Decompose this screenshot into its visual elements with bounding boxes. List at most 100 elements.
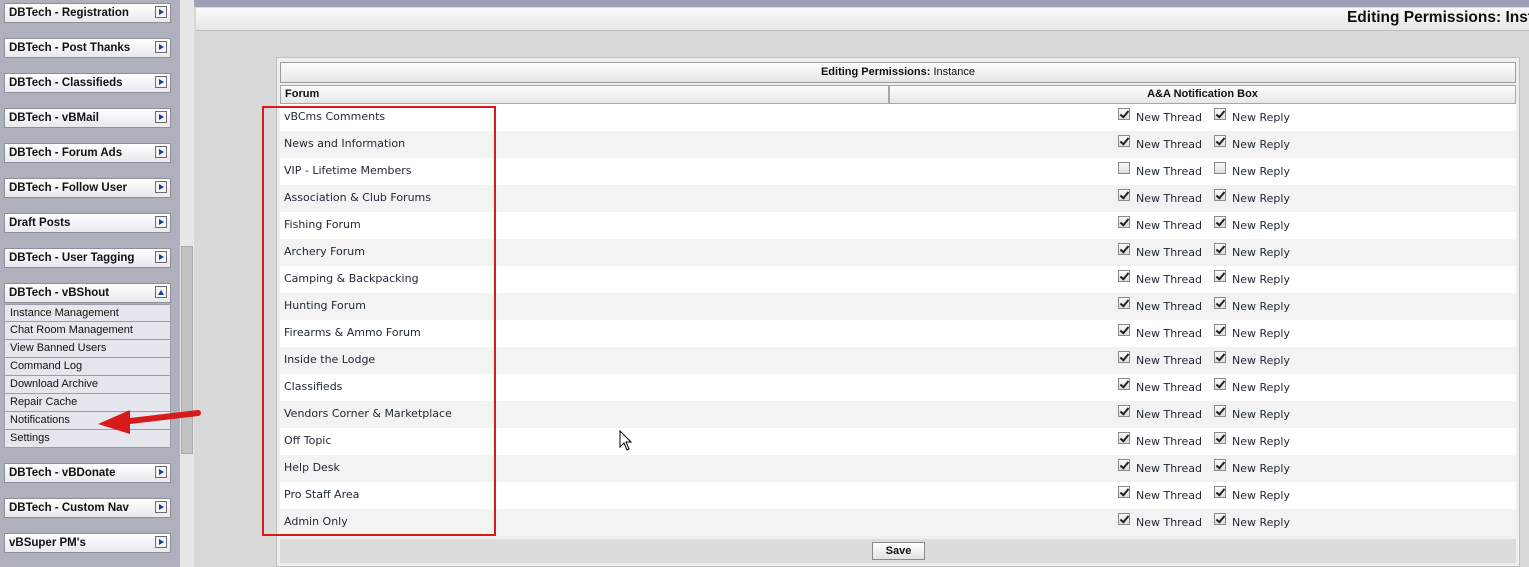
new-reply-checkbox[interactable] (1214, 135, 1226, 147)
new-reply-checkbox[interactable] (1214, 513, 1226, 525)
new-reply-label: New Reply (1232, 408, 1290, 421)
new-reply-checkbox[interactable] (1214, 351, 1226, 363)
table-row: News and Information New Thread New Reply (280, 131, 1516, 158)
sidebar: DBTech - Registration DBTech - Post Than… (0, 0, 180, 567)
expand-arrow-icon[interactable] (155, 6, 167, 18)
sidebar-scrollbar[interactable] (180, 0, 194, 567)
new-thread-label: New Thread (1136, 300, 1202, 313)
new-thread-checkbox[interactable] (1118, 135, 1130, 147)
new-reply-label: New Reply (1232, 354, 1290, 367)
new-thread-checkbox[interactable] (1118, 405, 1130, 417)
forum-name: vBCms Comments (284, 110, 386, 123)
new-thread-checkbox[interactable] (1118, 108, 1130, 120)
nav-group-dbtech-user-tagging[interactable]: DBTech - User Tagging (4, 248, 171, 268)
expand-arrow-icon[interactable] (155, 146, 167, 158)
nav-group-label: DBTech - Post Thanks (9, 42, 131, 54)
table-row: Classifieds New Thread New Reply (280, 374, 1516, 401)
new-thread-checkbox[interactable] (1118, 162, 1130, 174)
table-row: Camping & Backpacking New Thread New Reply (280, 266, 1516, 293)
new-thread-checkbox[interactable] (1118, 243, 1130, 255)
new-reply-label: New Reply (1232, 138, 1290, 151)
new-thread-checkbox[interactable] (1118, 189, 1130, 201)
nav-group-dbtech-vbmail[interactable]: DBTech - vBMail (4, 108, 171, 128)
expand-arrow-icon[interactable] (155, 76, 167, 88)
new-thread-checkbox[interactable] (1118, 432, 1130, 444)
nav-group-dbtech-vbdonate[interactable]: DBTech - vBDonate (4, 463, 171, 483)
nav-group-dbtech-follow-user[interactable]: DBTech - Follow User (4, 178, 171, 198)
nav-item-command-log[interactable]: Command Log (4, 358, 171, 376)
table-header: Forum A&A Notification Box (280, 85, 1516, 104)
nav-group-dbtech-custom-nav[interactable]: DBTech - Custom Nav (4, 498, 171, 518)
page-header: Editing Permissions: Inst (196, 8, 1529, 31)
top-strip (194, 0, 1529, 7)
nav-group-label: DBTech - Follow User (9, 182, 127, 194)
new-reply-checkbox[interactable] (1214, 486, 1226, 498)
new-thread-label: New Thread (1136, 327, 1202, 340)
expand-arrow-icon[interactable] (155, 536, 167, 548)
expand-arrow-icon[interactable] (155, 251, 167, 263)
nav-group-vbsuper-pms[interactable]: vBSuper PM's (4, 533, 171, 553)
new-reply-checkbox[interactable] (1214, 405, 1226, 417)
new-reply-checkbox[interactable] (1214, 270, 1226, 282)
nav-group-dbtech-registration[interactable]: DBTech - Registration (4, 3, 171, 23)
new-reply-checkbox[interactable] (1214, 459, 1226, 471)
new-thread-label: New Thread (1136, 219, 1202, 232)
nav-group-dbtech-forum-ads[interactable]: DBTech - Forum Ads (4, 143, 171, 163)
new-reply-checkbox[interactable] (1214, 378, 1226, 390)
nav-item-repair-cache[interactable]: Repair Cache (4, 394, 171, 412)
nav-group-label: Draft Posts (9, 217, 71, 229)
expand-arrow-icon[interactable] (155, 111, 167, 123)
new-reply-label: New Reply (1232, 165, 1290, 178)
nav-item-view-banned-users[interactable]: View Banned Users (4, 340, 171, 358)
expand-arrow-icon[interactable] (155, 501, 167, 513)
new-thread-checkbox[interactable] (1118, 513, 1130, 525)
scrollbar-thumb[interactable] (181, 246, 193, 454)
table-row: Pro Staff Area New Thread New Reply (280, 482, 1516, 509)
new-thread-checkbox[interactable] (1118, 351, 1130, 363)
collapse-arrow-icon[interactable] (155, 286, 167, 298)
new-thread-checkbox[interactable] (1118, 459, 1130, 471)
nav-item-chat-room-management[interactable]: Chat Room Management (4, 322, 171, 340)
expand-arrow-icon[interactable] (155, 216, 167, 228)
new-thread-label: New Thread (1136, 381, 1202, 394)
new-reply-checkbox[interactable] (1214, 297, 1226, 309)
new-reply-checkbox[interactable] (1214, 189, 1226, 201)
new-thread-label: New Thread (1136, 165, 1202, 178)
new-thread-checkbox[interactable] (1118, 378, 1130, 390)
nav-item-settings[interactable]: Settings (4, 430, 171, 448)
nav-group-label: DBTech - vBMail (9, 112, 99, 124)
new-reply-checkbox[interactable] (1214, 432, 1226, 444)
nav-group-label: DBTech - Classifieds (9, 77, 123, 89)
save-button[interactable]: Save (872, 542, 925, 560)
new-reply-checkbox[interactable] (1214, 243, 1226, 255)
new-reply-checkbox[interactable] (1214, 324, 1226, 336)
expand-arrow-icon[interactable] (155, 466, 167, 478)
table-title-rest: Instance (930, 66, 976, 78)
nav-group-dbtech-post-thanks[interactable]: DBTech - Post Thanks (4, 38, 171, 58)
nav-group-label: DBTech - vBShout (9, 287, 110, 299)
new-reply-checkbox[interactable] (1214, 216, 1226, 228)
new-thread-checkbox[interactable] (1118, 297, 1130, 309)
new-thread-checkbox[interactable] (1118, 216, 1130, 228)
forum-name: News and Information (284, 137, 406, 150)
new-reply-checkbox[interactable] (1214, 108, 1226, 120)
permissions-table: Editing Permissions: Instance Forum A&A … (276, 57, 1520, 567)
nav-item-download-archive[interactable]: Download Archive (4, 376, 171, 394)
new-thread-label: New Thread (1136, 435, 1202, 448)
new-reply-checkbox[interactable] (1214, 162, 1226, 174)
new-thread-label: New Thread (1136, 273, 1202, 286)
new-thread-checkbox[interactable] (1118, 270, 1130, 282)
nav-group-label: DBTech - Custom Nav (9, 502, 129, 514)
nav-group-dbtech-classifieds[interactable]: DBTech - Classifieds (4, 73, 171, 93)
expand-arrow-icon[interactable] (155, 181, 167, 193)
nav-item-instance-management[interactable]: Instance Management (4, 304, 171, 322)
nav-group-draft-posts[interactable]: Draft Posts (4, 213, 171, 233)
nav-item-notifications[interactable]: Notifications (4, 412, 171, 430)
table-title: Editing Permissions: Instance (280, 62, 1516, 83)
new-thread-label: New Thread (1136, 489, 1202, 502)
new-thread-checkbox[interactable] (1118, 486, 1130, 498)
forum-name: Vendors Corner & Marketplace (284, 407, 452, 420)
nav-group-dbtech-vbshout[interactable]: DBTech - vBShout (4, 283, 171, 303)
expand-arrow-icon[interactable] (155, 41, 167, 53)
new-thread-checkbox[interactable] (1118, 324, 1130, 336)
